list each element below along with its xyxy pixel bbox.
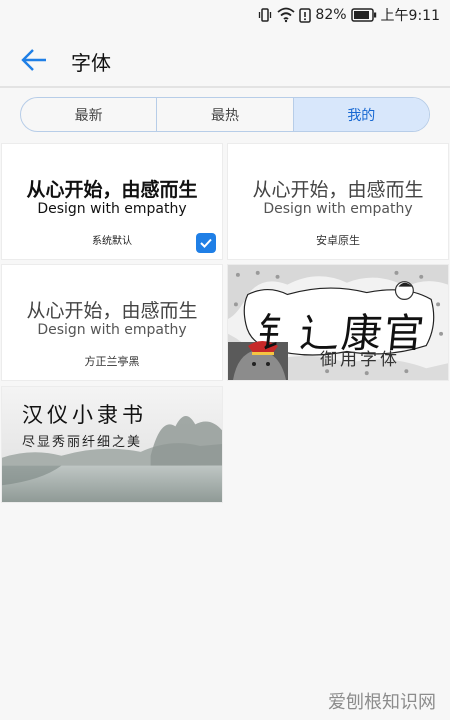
tab-mine[interactable]: 我的 <box>293 98 429 131</box>
font-sample-english: Design with empathy <box>37 322 187 338</box>
arrow-left-icon <box>21 49 46 71</box>
alert-icon <box>299 8 312 23</box>
wifi-icon <box>277 7 296 23</box>
battery-icon <box>350 8 376 22</box>
font-sample-subtitle: 御用字体 <box>320 350 400 370</box>
checkmark-icon <box>200 238 212 248</box>
font-sample-chinese: 从心开始，由感而生 <box>26 300 198 322</box>
page-title: 字体 <box>71 51 111 75</box>
selected-checkbox[interactable] <box>196 233 216 253</box>
font-sample-english: Design with empathy <box>263 201 413 217</box>
tab-hot[interactable]: 最热 <box>157 98 294 131</box>
app-bar: 字体 <box>0 30 450 88</box>
tab-bar: 最新 最热 我的 <box>20 97 430 132</box>
battery-percent: 82% <box>315 7 347 23</box>
font-card-imperial[interactable]: 钅辶康官 御用字体 <box>227 264 449 381</box>
font-sample-english: Design with empathy <box>37 201 187 217</box>
watermark: 爱刨根知识网 <box>328 692 436 713</box>
font-sample-title: 汉仪小隶书 <box>22 403 147 427</box>
font-name: 系统默认 <box>92 236 132 247</box>
font-sample-chinese: 从心开始，由感而生 <box>26 179 198 201</box>
vibrate-icon <box>259 8 272 22</box>
font-sample-subtitle: 尽显秀丽纤细之美 <box>22 435 143 450</box>
back-button[interactable] <box>18 44 50 76</box>
font-card-android[interactable]: 从心开始，由感而生 Design with empathy 安卓原生 <box>227 143 449 260</box>
status-icons: 82% 上午9:11 <box>257 5 440 25</box>
font-card-fangzheng[interactable]: 从心开始，由感而生 Design with empathy 方正兰亭黑 <box>1 264 223 381</box>
font-name: 方正兰亭黑 <box>84 355 140 368</box>
font-card-hanyi-lishu[interactable]: 汉仪小隶书 尽显秀丽纤细之美 <box>1 386 223 503</box>
tab-latest[interactable]: 最新 <box>21 98 158 131</box>
font-card-system-default[interactable]: 从心开始，由感而生 Design with empathy 系统默认 <box>1 143 223 260</box>
status-bar: 82% 上午9:11 <box>0 0 450 30</box>
clock: 上午9:11 <box>380 8 440 24</box>
font-sample-chinese: 从心开始，由感而生 <box>252 179 424 201</box>
font-name: 安卓原生 <box>316 234 360 247</box>
